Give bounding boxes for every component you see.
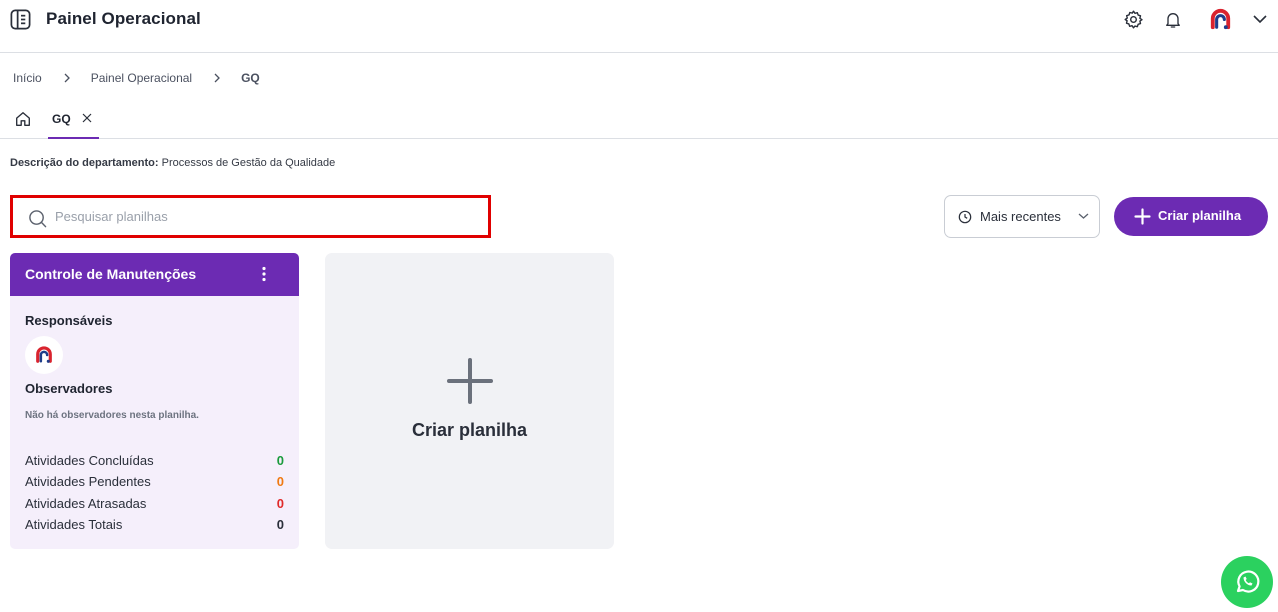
plus-icon: [1134, 208, 1151, 225]
breadcrumb-current: GQ: [241, 71, 260, 85]
new-spreadsheet-card[interactable]: Criar planilha: [325, 253, 614, 549]
create-spreadsheet-button[interactable]: Criar planilha: [1114, 197, 1268, 236]
home-icon[interactable]: [14, 110, 32, 128]
stat-row: Atividades Concluídas 0: [25, 453, 284, 474]
breadcrumb-painel[interactable]: Painel Operacional: [91, 71, 192, 85]
gear-icon[interactable]: [1123, 9, 1144, 30]
clock-icon: [958, 210, 972, 224]
responsible-label: Responsáveis: [25, 313, 113, 328]
new-card-label: Criar planilha: [411, 420, 528, 440]
breadcrumb-home[interactable]: Início: [13, 71, 42, 85]
department-description: Descrição do departamento: Processos de …: [10, 157, 335, 169]
stat-label: Atividades Pendentes: [25, 474, 151, 490]
create-button-label: Criar planilha: [1158, 208, 1242, 223]
tab-gq[interactable]: GQ: [48, 101, 99, 139]
chevron-down-icon[interactable]: [1252, 12, 1268, 26]
search-input[interactable]: Pesquisar planilhas: [10, 195, 491, 238]
top-bar: Painel Operacional: [0, 0, 1278, 53]
bell-icon[interactable]: [1163, 9, 1183, 30]
stat-label: Atividades Concluídas: [25, 453, 154, 468]
brand-logo-avatar: [36, 346, 52, 363]
chevron-down-icon: [1078, 213, 1089, 219]
stat-value-pending: 0: [276, 474, 284, 490]
observers-empty-note: Não há observadores nesta planilha.: [25, 410, 199, 421]
activity-stats: Atividades Concluídas 0 Atividades Pende…: [25, 453, 284, 538]
chevron-right-icon: [214, 73, 221, 83]
stat-label: Atividades Totais: [25, 516, 123, 532]
close-icon[interactable]: [82, 113, 92, 123]
tab-bar: GQ: [0, 101, 1278, 139]
plus-icon: [447, 358, 493, 404]
spreadsheet-card-header[interactable]: Controle de Manutenções: [10, 253, 299, 296]
stat-row: Atividades Atrasadas 0: [25, 496, 284, 517]
chevron-right-icon: [64, 73, 70, 83]
department-label: Descrição do departamento:: [10, 157, 159, 169]
search-icon: [29, 210, 47, 228]
whatsapp-icon: [1236, 570, 1260, 593]
stat-label: Atividades Atrasadas: [25, 495, 147, 511]
stat-value-total: 0: [276, 516, 284, 532]
whatsapp-button[interactable]: [1221, 556, 1273, 608]
stat-row: Atividades Pendentes 0: [25, 474, 284, 495]
sort-dropdown[interactable]: Mais recentes: [944, 195, 1100, 238]
app-title: Painel Operacional: [46, 9, 201, 28]
department-value: Processos de Gestão da Qualidade: [161, 157, 336, 169]
breadcrumb: Início Painel Operacional GQ: [13, 71, 260, 85]
spreadsheet-title: Controle de Manutenções: [25, 266, 197, 282]
tab-gq-label: GQ: [52, 112, 71, 126]
spreadsheet-card[interactable]: Controle de Manutenções Responsáveis Obs…: [10, 253, 299, 549]
menu-book-icon[interactable]: [9, 8, 32, 31]
responsible-avatar[interactable]: [25, 336, 63, 374]
search-placeholder: Pesquisar planilhas: [55, 209, 168, 224]
sort-label: Mais recentes: [980, 209, 1061, 224]
more-vertical-icon[interactable]: [255, 265, 273, 283]
stat-value-completed: 0: [276, 453, 284, 468]
observers-label: Observadores: [25, 381, 113, 396]
stat-value-late: 0: [276, 495, 284, 511]
brand-logo-avatar[interactable]: [1207, 6, 1234, 33]
stat-row: Atividades Totais 0: [25, 517, 284, 538]
